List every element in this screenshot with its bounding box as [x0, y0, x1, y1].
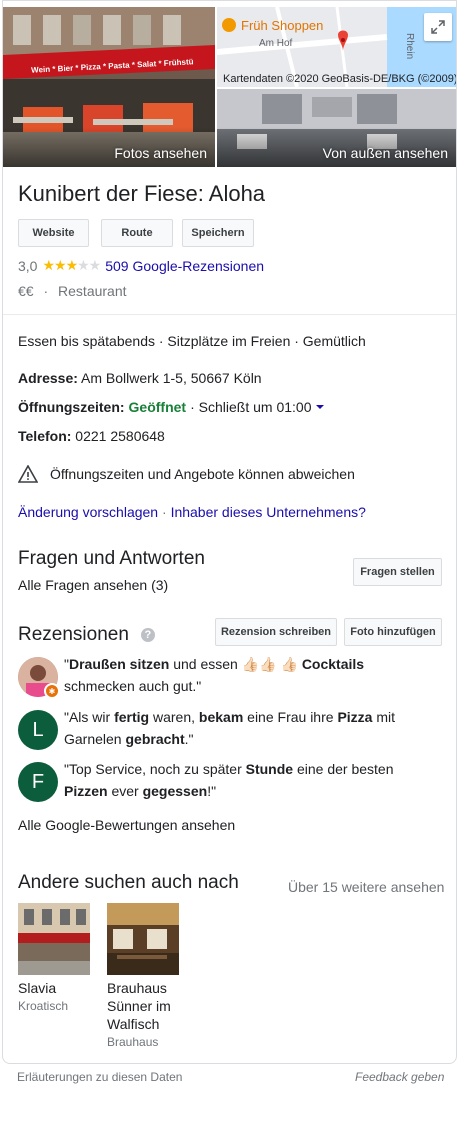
avatar: L: [18, 710, 58, 750]
qa-heading: Fragen und Antworten: [18, 548, 205, 569]
all-reviews-link[interactable]: Alle Google-Bewertungen ansehen: [18, 817, 235, 833]
explain-link[interactable]: Erläuterungen zu diesen Daten: [17, 1070, 182, 1084]
rating-row: 3,0 ★★★★★ 509 Google-Rezensionen: [18, 257, 264, 274]
review-text: "Draußen sitzen und essen 👍🏻👍🏻 👍🏻 Cockta…: [64, 656, 365, 694]
route-button[interactable]: Route: [101, 219, 173, 247]
review-item: ✱ "Draußen sitzen und essen 👍🏻👍🏻 👍🏻 Cock…: [18, 656, 438, 699]
hours-close: · Schließt um 01:00: [190, 399, 312, 415]
hours-status: Geöffnet: [128, 399, 187, 415]
phone-row: Telefon: 0221 2580648: [18, 428, 165, 444]
hours-label: Öffnungszeiten:: [18, 399, 125, 415]
map-copyright: Kartendaten ©2020 GeoBasis-DE/BKG (©2009…: [223, 73, 457, 85]
website-button[interactable]: Website: [18, 219, 89, 247]
knowledge-panel: Wein * Bier * Pizza * Pasta * Salat * Fr…: [2, 0, 457, 1064]
phone-label: Telefon:: [18, 428, 72, 444]
avatar: F: [18, 762, 58, 802]
svg-text:Früh Shoppen: Früh Shoppen: [241, 18, 323, 33]
warning-text: Öffnungszeiten und Angebote können abwei…: [50, 466, 355, 482]
related-type: Kroatisch: [18, 999, 69, 1013]
phone-value[interactable]: 0221 2580648: [75, 428, 165, 444]
warning-icon: [18, 465, 38, 483]
reviews-link[interactable]: 509 Google-Rezensionen: [105, 258, 264, 274]
reviews-heading: Rezensionen: [18, 624, 129, 645]
related-thumb[interactable]: [107, 903, 179, 975]
reviews-heading-row: Rezensionen ?: [18, 624, 155, 646]
warning-row: Öffnungszeiten und Angebote können abwei…: [18, 465, 355, 483]
photos-view-label[interactable]: Fotos ansehen: [114, 145, 207, 161]
chevron-down-icon[interactable]: [315, 403, 325, 411]
divider: [3, 314, 456, 315]
address-label: Adresse:: [18, 370, 78, 386]
add-photo-button[interactable]: Foto hinzufügen: [344, 618, 442, 646]
review-text: "Als wir fertig waren, bekam eine Frau i…: [64, 709, 396, 747]
write-review-button[interactable]: Rezension schreiben: [215, 618, 337, 646]
highlights: Essen bis spätabends · Sitzplätze im Fre…: [18, 333, 366, 349]
place-title: Kunibert der Fiese: Aloha: [18, 181, 266, 206]
svg-text:Am Hof: Am Hof: [259, 38, 293, 49]
brauhaus-photo: [107, 903, 179, 975]
save-button[interactable]: Speichern: [182, 219, 254, 247]
suggest-edit-link[interactable]: Änderung vorschlagen: [18, 504, 158, 520]
slavia-photo: [18, 903, 90, 975]
hours-row[interactable]: Öffnungszeiten: Geöffnet · Schließt um 0…: [18, 399, 325, 415]
avatar: ✱: [18, 657, 60, 699]
related-heading: Andere suchen auch nach: [18, 872, 239, 893]
related-thumb[interactable]: [18, 903, 90, 975]
price-level: €€: [18, 283, 34, 299]
feedback-link[interactable]: Feedback geben: [355, 1070, 444, 1084]
address-row: Adresse: Am Bollwerk 1-5, 50667 Köln: [18, 370, 262, 386]
map-tile[interactable]: Früh Shoppen Am Hof Rhein Kartendaten ©2…: [217, 7, 457, 87]
review-item: F "Top Service, noch zu später Stunde ei…: [18, 761, 438, 802]
qa-all-link[interactable]: Alle Fragen ansehen (3): [18, 577, 168, 593]
place-meta: €€ · Restaurant: [18, 283, 127, 299]
expand-icon[interactable]: [424, 13, 452, 41]
related-type: Brauhaus: [107, 1035, 159, 1049]
owner-link[interactable]: Inhaber dieses Unternehmens?: [171, 504, 366, 520]
more-related-link[interactable]: Über 15 weitere ansehen: [288, 879, 444, 895]
review-item: L "Als wir fertig waren, bekam eine Frau…: [18, 709, 438, 750]
outside-tile[interactable]: Von außen ansehen: [217, 89, 456, 167]
outside-view-label[interactable]: Von außen ansehen: [323, 145, 448, 161]
category: Restaurant: [58, 283, 127, 299]
svg-text:Rhein: Rhein: [404, 33, 415, 59]
rating-value: 3,0: [18, 257, 38, 274]
ask-question-button[interactable]: Fragen stellen: [353, 558, 442, 586]
review-text: "Top Service, noch zu später Stunde eine…: [64, 761, 394, 799]
help-icon[interactable]: ?: [140, 628, 155, 642]
star-rating-icon: ★★★★★: [42, 257, 101, 273]
photos-tile[interactable]: Wein * Bier * Pizza * Pasta * Salat * Fr…: [3, 7, 215, 167]
local-guide-badge-icon: ✱: [44, 683, 60, 699]
edit-links: Änderung vorschlagen · Inhaber dieses Un…: [18, 504, 366, 520]
related-name[interactable]: Slavia: [18, 979, 98, 997]
related-name[interactable]: Brauhaus Sünner im Walfisch: [107, 979, 187, 1033]
address-value[interactable]: Am Bollwerk 1-5, 50667 Köln: [81, 370, 262, 386]
